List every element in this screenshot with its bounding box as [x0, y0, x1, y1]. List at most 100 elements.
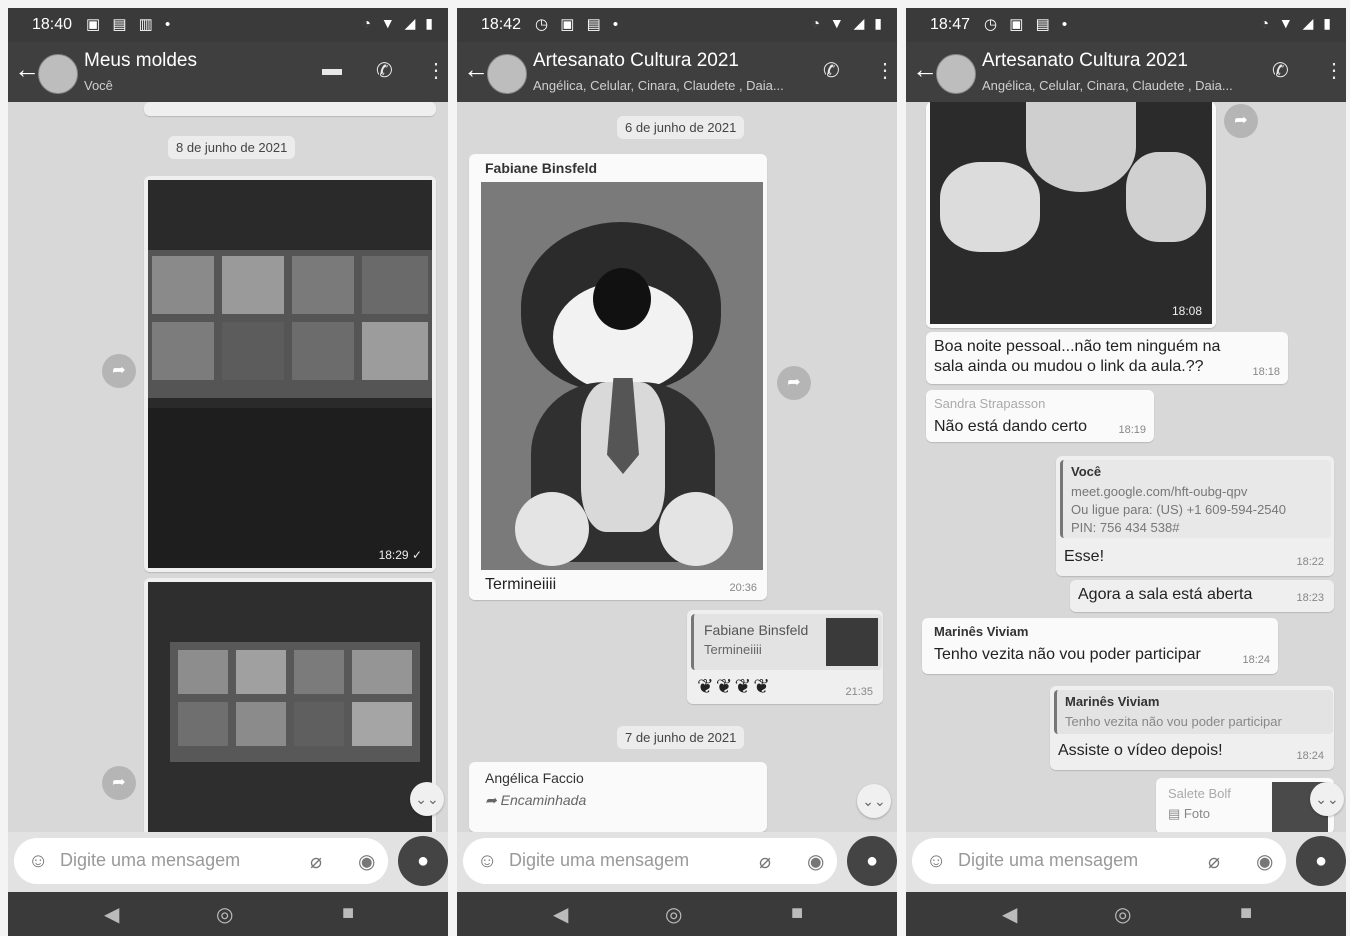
photo-message[interactable]: Fabiane Binsfeld Termineiiii 20:36: [469, 154, 767, 600]
dial-in-number[interactable]: Ou ligue para: (US) +1 609-594-2540: [1071, 502, 1286, 517]
photo-message[interactable]: 18:08: [926, 102, 1216, 328]
date-chip: 8 de junho de 2021: [168, 136, 296, 159]
emoji-icon[interactable]: ☺: [926, 850, 946, 873]
scroll-down-icon[interactable]: ⌄⌄: [857, 784, 891, 818]
message-bubble-partial[interactable]: [144, 102, 436, 116]
nav-home-icon[interactable]: ◎: [665, 902, 682, 927]
chat-subtitle: Angélica, Celular, Cinara, Claudete , Da…: [533, 78, 784, 93]
message-time: 20:36: [729, 582, 757, 594]
photo-plush-dog[interactable]: [481, 182, 763, 570]
reply-message[interactable]: Fabiane Binsfeld Termineiiii ❦❦❦❦ 21:35: [687, 610, 883, 704]
attach-icon[interactable]: ⌀: [759, 849, 771, 874]
message-input[interactable]: ☺ Digite uma mensagem ⌀ ◉: [912, 838, 1286, 884]
camera-icon[interactable]: ◉: [1256, 849, 1273, 874]
message-time: 18:24: [1242, 654, 1270, 666]
reply-message[interactable]: Marinês Viviam Tenho vezita não vou pode…: [1050, 686, 1334, 770]
photo-message-partial[interactable]: Salete Bolf ▤ Foto: [1156, 778, 1334, 832]
attach-icon[interactable]: ⌀: [310, 849, 322, 874]
signal-battery-icons: ◔ ▼ ◢ ▮: [1260, 15, 1334, 31]
photo-message[interactable]: 18:29 ✓: [144, 176, 436, 572]
meet-link[interactable]: meet.google.com/hft-oubg-qpv: [1071, 484, 1247, 499]
add-call-icon[interactable]: ✆: [1272, 58, 1289, 83]
mic-button[interactable]: ●: [847, 836, 897, 886]
notification-icons: ◷ ▣ ▤ •: [984, 16, 1072, 33]
compose-bar: ☺ Digite uma mensagem ⌀ ◉ ●: [457, 832, 897, 892]
quote-text: Tenho vezita não vou poder participar: [1065, 714, 1282, 729]
nav-back-icon[interactable]: ◀: [553, 902, 568, 927]
status-time: 18:42: [481, 16, 522, 33]
photo-label: ▤ Foto: [1168, 806, 1210, 822]
reply-quote[interactable]: Fabiane Binsfeld Termineiiii: [691, 614, 882, 670]
forward-icon[interactable]: ➦: [102, 766, 136, 800]
photo-video-call-laptop[interactable]: [148, 582, 432, 832]
mic-button[interactable]: ●: [398, 836, 448, 886]
avatar[interactable]: [38, 54, 78, 94]
forwarded-label: ➦ Encaminhada: [485, 792, 586, 809]
more-options-icon[interactable]: ⋮: [426, 58, 446, 83]
chat-header: ← Artesanato Cultura 2021 Angélica, Celu…: [457, 42, 897, 102]
message-sender: Sandra Strapasson: [934, 396, 1046, 411]
nav-home-icon[interactable]: ◎: [1114, 902, 1131, 927]
nav-recents-icon[interactable]: ■: [1240, 902, 1252, 925]
chat-title[interactable]: Artesanato Cultura 2021: [982, 50, 1188, 72]
forward-icon[interactable]: ➦: [102, 354, 136, 388]
message-time: 21:35: [845, 686, 873, 698]
camera-icon[interactable]: ◉: [358, 849, 375, 874]
message-input[interactable]: ☺ Digite uma mensagem ⌀ ◉: [463, 838, 837, 884]
nav-recents-icon[interactable]: ■: [791, 902, 803, 925]
forward-icon[interactable]: ➦: [777, 366, 811, 400]
group-avatar[interactable]: [487, 54, 527, 94]
emoji-icon[interactable]: ☺: [28, 850, 48, 873]
photo-icon: ▤: [1168, 806, 1184, 821]
message-list[interactable]: 6 de junho de 2021 Fabiane Binsfeld Term…: [457, 102, 897, 832]
chat-title[interactable]: Artesanato Cultura 2021: [533, 50, 739, 72]
photo-plush-feet[interactable]: 18:08: [930, 102, 1212, 324]
forward-icon[interactable]: ➦: [1224, 104, 1258, 138]
link-preview[interactable]: Você meet.google.com/hft-oubg-qpv Ou lig…: [1060, 460, 1331, 538]
chat-header: ← Meus moldes Você ▬ ✆ ⋮: [8, 42, 448, 102]
message-time: 18:08: [1171, 304, 1202, 318]
meeting-pin: PIN: 756 434 538#: [1071, 520, 1180, 535]
message-sender: Marinês Viviam: [934, 624, 1029, 639]
back-arrow-icon[interactable]: ←: [912, 56, 938, 82]
nav-back-icon[interactable]: ◀: [104, 902, 119, 927]
message-bubble[interactable]: Sandra Strapasson Não está dando certo 1…: [926, 390, 1154, 442]
nav-recents-icon[interactable]: ■: [342, 902, 354, 925]
group-avatar[interactable]: [936, 54, 976, 94]
photo-message[interactable]: [144, 578, 436, 832]
scroll-down-icon[interactable]: ⌄⌄: [1310, 782, 1344, 816]
nav-back-icon[interactable]: ◀: [1002, 902, 1017, 927]
back-arrow-icon[interactable]: ←: [463, 56, 489, 82]
more-options-icon[interactable]: ⋮: [875, 58, 895, 83]
forwarded-icon: ➦: [485, 792, 501, 808]
forwarded-text: Encaminhada: [500, 792, 587, 808]
emoji-icon[interactable]: ☺: [477, 850, 497, 873]
message-bubble-outgoing[interactable]: Você meet.google.com/hft-oubg-qpv Ou lig…: [1056, 456, 1334, 576]
message-input[interactable]: ☺ Digite uma mensagem ⌀ ◉: [14, 838, 388, 884]
chat-title[interactable]: Meus moldes: [84, 50, 197, 72]
camera-icon[interactable]: ◉: [807, 849, 824, 874]
scroll-down-icon[interactable]: ⌄⌄: [410, 782, 444, 816]
reply-quote[interactable]: Marinês Viviam Tenho vezita não vou pode…: [1054, 690, 1333, 734]
android-nav-bar: ◀ ◎ ■: [8, 892, 448, 936]
quote-sender: Fabiane Binsfeld: [704, 622, 809, 638]
mic-button[interactable]: ●: [1296, 836, 1346, 886]
video-call-icon[interactable]: ▬: [322, 58, 342, 81]
back-arrow-icon[interactable]: ←: [14, 56, 40, 82]
message-list[interactable]: 8 de junho de 2021 18:29 ✓ ➦ ➦ ⌄⌄: [8, 102, 448, 832]
android-nav-bar: ◀ ◎ ■: [457, 892, 897, 936]
photo-video-call-screenshot[interactable]: 18:29 ✓: [148, 180, 432, 568]
phone-call-icon[interactable]: ✆: [376, 58, 393, 83]
nav-home-icon[interactable]: ◎: [216, 902, 233, 927]
forwarded-message[interactable]: Angélica Faccio ➦ Encaminhada: [469, 762, 767, 832]
message-text: Boa noite pessoal...não tem ninguém na: [934, 338, 1221, 355]
message-time: 18:29 ✓: [378, 548, 422, 562]
add-call-icon[interactable]: ✆: [823, 58, 840, 83]
message-bubble-outgoing[interactable]: Agora a sala está aberta 18:23: [1070, 580, 1334, 612]
message-bubble[interactable]: Marinês Viviam Tenho vezita não vou pode…: [922, 618, 1278, 674]
message-sender: Fabiane Binsfeld: [485, 160, 598, 176]
more-options-icon[interactable]: ⋮: [1324, 58, 1344, 83]
message-list[interactable]: 18:08 ➦ Boa noite pessoal...não tem ning…: [906, 102, 1346, 832]
message-bubble[interactable]: Boa noite pessoal...não tem ninguém na s…: [926, 332, 1288, 384]
attach-icon[interactable]: ⌀: [1208, 849, 1220, 874]
